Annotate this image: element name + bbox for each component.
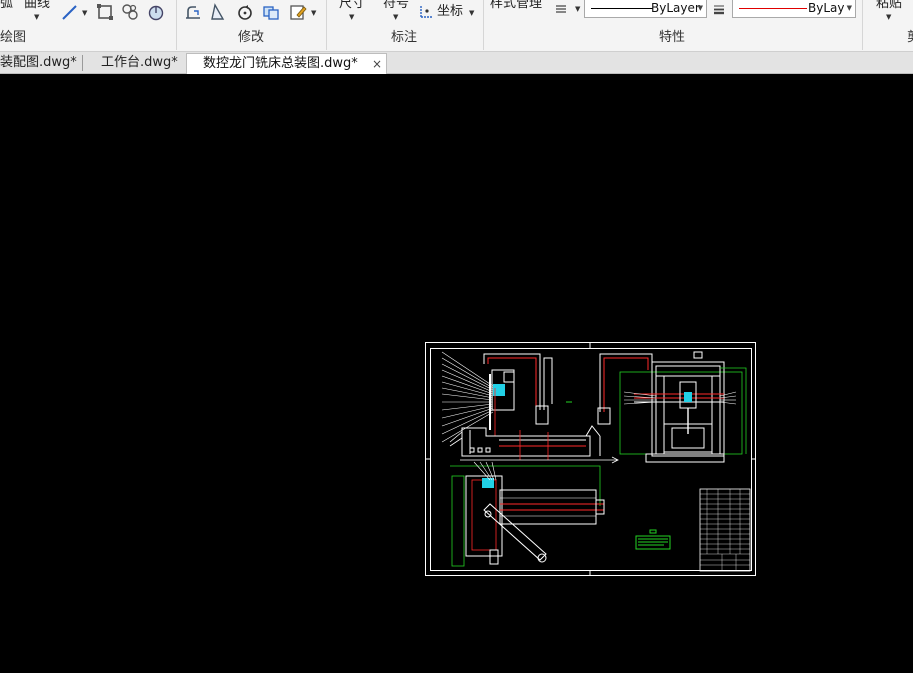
linetype-dropdown-icon[interactable]: ▼ bbox=[698, 4, 703, 12]
tab-label: 工作台.dwg* bbox=[101, 55, 178, 70]
linetype-list-icon[interactable] bbox=[554, 2, 568, 16]
tab-assembly-drawing[interactable]: 装配图.dwg* bbox=[0, 53, 78, 74]
close-tab-icon[interactable]: × bbox=[372, 54, 382, 74]
tab-workbench[interactable]: 工作台.dwg* bbox=[95, 53, 178, 74]
stretch-tool-icon[interactable] bbox=[184, 3, 202, 21]
top-view bbox=[450, 461, 605, 567]
line-dropdown-icon[interactable]: ▼ bbox=[82, 9, 87, 17]
front-view bbox=[441, 351, 619, 464]
arc-button-label[interactable]: 弧 bbox=[0, 0, 13, 11]
hatch-tool-icon[interactable] bbox=[121, 3, 139, 21]
cad-drawing bbox=[425, 342, 756, 576]
symbol-button[interactable]: 符号 bbox=[383, 0, 409, 11]
color-swatch bbox=[739, 8, 807, 9]
technical-requirements-note bbox=[635, 529, 671, 550]
modify-dropdown-icon[interactable]: ▼ bbox=[311, 9, 316, 17]
annotation-group-title: 标注 bbox=[391, 30, 418, 45]
linetype-value: ByLayer bbox=[651, 1, 700, 15]
color-value: ByLaye bbox=[808, 1, 844, 15]
tab-label: 数控龙门铣床总装图.dwg* bbox=[203, 56, 358, 71]
cad-window: 弧 曲线 ▼ ▼ 绘图 ▼ 修改 尺寸 ▼ 符号 ▼ 坐标 ▼ 标注 样式管理 … bbox=[0, 0, 913, 673]
paste-button[interactable]: 粘贴 bbox=[876, 0, 902, 11]
group-separator bbox=[483, 0, 484, 50]
paste-dropdown-icon[interactable]: ▼ bbox=[886, 13, 891, 21]
coordinate-icon[interactable] bbox=[419, 4, 434, 19]
curve-button[interactable]: 曲线 bbox=[24, 0, 50, 11]
group-separator bbox=[862, 0, 863, 50]
tab-divider bbox=[82, 55, 83, 71]
coordinate-button[interactable]: 坐标 bbox=[437, 5, 463, 19]
dimension-dropdown-icon[interactable]: ▼ bbox=[349, 13, 354, 21]
region-tool-icon[interactable] bbox=[147, 3, 165, 21]
drawing-canvas[interactable] bbox=[0, 74, 913, 673]
style-manager-button[interactable]: 样式管理 bbox=[490, 0, 542, 11]
color-combobox[interactable]: ByLaye ▼ bbox=[732, 0, 856, 18]
coordinate-dropdown-icon[interactable]: ▼ bbox=[469, 9, 474, 17]
linetype-swatch bbox=[591, 8, 653, 9]
document-tab-bar: 装配图.dwg* 工作台.dwg* 数控龙门铣床总装图.dwg* × bbox=[0, 52, 913, 74]
line-tool-icon[interactable] bbox=[61, 3, 79, 21]
side-view bbox=[597, 351, 747, 463]
copy-tool-icon[interactable] bbox=[262, 3, 280, 21]
inner-border bbox=[430, 348, 752, 571]
dimension-button[interactable]: 尺寸 bbox=[339, 0, 365, 11]
rectangle-tool-icon[interactable] bbox=[96, 3, 114, 21]
edit-properties-icon[interactable] bbox=[289, 3, 307, 21]
mirror-tool-icon[interactable] bbox=[209, 3, 227, 21]
tab-label: 装配图.dwg* bbox=[0, 55, 77, 70]
group-separator bbox=[326, 0, 327, 50]
properties-group-title: 特性 bbox=[659, 30, 686, 45]
modify-group-title: 修改 bbox=[238, 30, 265, 45]
lineweight-icon[interactable] bbox=[712, 2, 726, 16]
group-separator bbox=[176, 0, 177, 50]
linetype-list-dropdown-icon[interactable]: ▼ bbox=[575, 5, 580, 13]
color-dropdown-icon[interactable]: ▼ bbox=[847, 4, 852, 12]
linetype-combobox[interactable]: ByLayer ▼ bbox=[584, 0, 707, 18]
symbol-dropdown-icon[interactable]: ▼ bbox=[393, 13, 398, 21]
title-block bbox=[699, 488, 751, 572]
curve-dropdown-icon[interactable]: ▼ bbox=[34, 13, 39, 21]
draw-group-title: 绘图 bbox=[0, 30, 27, 45]
rotate-tool-icon[interactable] bbox=[236, 3, 254, 21]
ribbon: 弧 曲线 ▼ ▼ 绘图 ▼ 修改 尺寸 ▼ 符号 ▼ 坐标 ▼ 标注 样式管理 … bbox=[0, 0, 913, 52]
tab-gantry-milling-assembly[interactable]: 数控龙门铣床总装图.dwg* × bbox=[186, 53, 387, 74]
clipboard-group-title: 剪 bbox=[907, 30, 913, 46]
